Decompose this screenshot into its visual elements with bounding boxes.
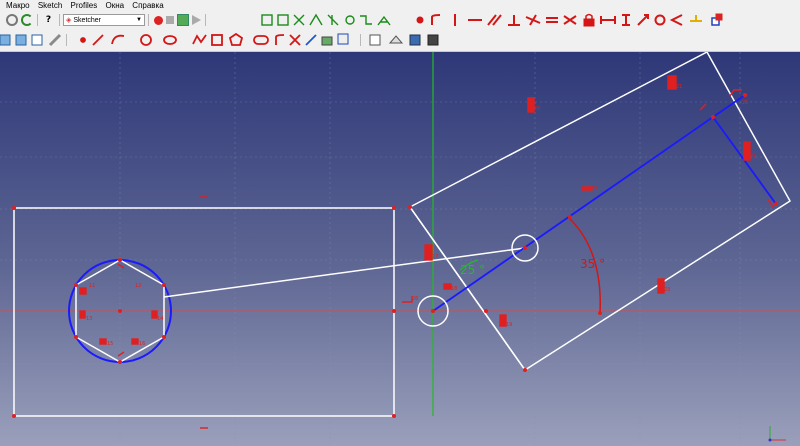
sketcher-toolbar-icons: [0, 32, 439, 47]
constraint-label: 16: [139, 341, 145, 347]
view-cube-icons: [0, 33, 62, 47]
toolbar-sketcher: [0, 29, 800, 52]
view-right-icon: [31, 34, 43, 46]
constraint-label: 25: [742, 100, 748, 106]
grid: [0, 52, 800, 446]
parallel-constraint-icon: [487, 14, 502, 26]
constraint-label: 21: [676, 84, 682, 90]
view-top-icon: [15, 34, 27, 46]
rectangle-icon: [211, 34, 223, 46]
menu-macro[interactable]: Макро: [6, 1, 30, 10]
coincident-icon: [416, 16, 424, 24]
sketch-side-line: [409, 206, 526, 371]
symmetry-select-icon: [293, 14, 305, 26]
copy-icon: [427, 34, 439, 46]
tangent-icon: [431, 14, 441, 25]
menu-windows[interactable]: Окна: [105, 1, 124, 10]
sketch-vertices: [12, 93, 778, 418]
constraint-label: 12: [135, 283, 141, 289]
select-constraints-icon: [261, 14, 273, 26]
carbon-copy-icon: [337, 33, 349, 45]
parallel-icon: [360, 15, 372, 25]
construction-mode-icon: [369, 34, 381, 46]
constraint-label: 24: [592, 186, 598, 192]
distance-icon: [637, 14, 649, 26]
constraint-label: 18: [451, 286, 457, 292]
menu-bar: Макро Sketch Profiles Окна Справка: [0, 0, 800, 11]
tangent-constraint-icon: [525, 14, 541, 26]
horizontal-distance-icon: [600, 16, 616, 24]
symmetric-icon: [563, 15, 577, 25]
extend-icon: [305, 34, 317, 46]
sketch-canvas[interactable]: 11 12 13 14 15 16 17 18 19 20 21 22 23 2…: [0, 52, 800, 446]
clone-icon: [409, 34, 421, 46]
angle-label-25: 25 °: [460, 263, 485, 277]
constraint-markers: [79, 75, 775, 429]
constraint-label: 14: [157, 316, 163, 322]
constraint-label: 20: [534, 106, 540, 112]
menu-sketch[interactable]: Sketch: [38, 1, 62, 10]
point-on-object-icon: [309, 13, 323, 26]
line-icon: [92, 34, 104, 46]
constraint-label: 19: [506, 322, 512, 328]
vertical-icon: [327, 14, 339, 26]
arc-icon: [111, 34, 125, 45]
lock-icon: [583, 18, 595, 27]
horizontal-icon: [345, 15, 355, 25]
3d-viewport[interactable]: 11 12 13 14 15 16 17 18 19 20 21 22 23 2…: [0, 52, 800, 446]
equal-icon: [546, 17, 558, 23]
construction-line-main: [432, 116, 714, 312]
conflict-icon: [277, 14, 289, 26]
radius-icon: [654, 14, 666, 26]
slot-icon: [253, 35, 269, 45]
angle-icon: [669, 14, 683, 26]
menu-profiles[interactable]: Profiles: [71, 1, 98, 10]
constraint-label: 23: [664, 287, 670, 293]
constraint-label: 13: [86, 316, 92, 322]
perpendicular-constraint-icon: [508, 15, 520, 26]
constraint-label: 22: [750, 154, 756, 160]
toolbar-top: ? ◈ Sketcher ▼: [0, 11, 800, 29]
circle-icon: [140, 34, 152, 46]
point-icon: [80, 37, 86, 43]
vertical-distance-icon: [622, 14, 630, 26]
conic-icon: [163, 35, 177, 45]
constraint-label: 26: [412, 296, 418, 302]
fillet-icon: [275, 34, 285, 45]
constraint-label: 15: [107, 341, 113, 347]
constraint-label: 11: [89, 283, 95, 289]
polygon-icon: [228, 32, 244, 46]
measure-icon: [48, 33, 62, 47]
view-front-icon: [0, 34, 11, 46]
trim-icon: [289, 34, 301, 46]
internal-alignment-icon: [711, 13, 723, 26]
axis-triad-icon: [768, 426, 786, 442]
external-geometry-icon: [321, 36, 333, 46]
constraint-label: 17: [432, 254, 438, 260]
polyline-icon: [192, 34, 207, 45]
sketch-rectangle-rotated: [408, 52, 791, 372]
snell-icon: [690, 15, 702, 22]
sketch-rectangle-left: [13, 207, 395, 417]
mirror-icon: [388, 35, 404, 44]
menu-help[interactable]: Справка: [132, 1, 163, 10]
constraint-toolbar-icons: [261, 13, 723, 27]
perpendicular-icon: [377, 15, 391, 26]
angle-label-35: 35 °: [580, 257, 605, 271]
